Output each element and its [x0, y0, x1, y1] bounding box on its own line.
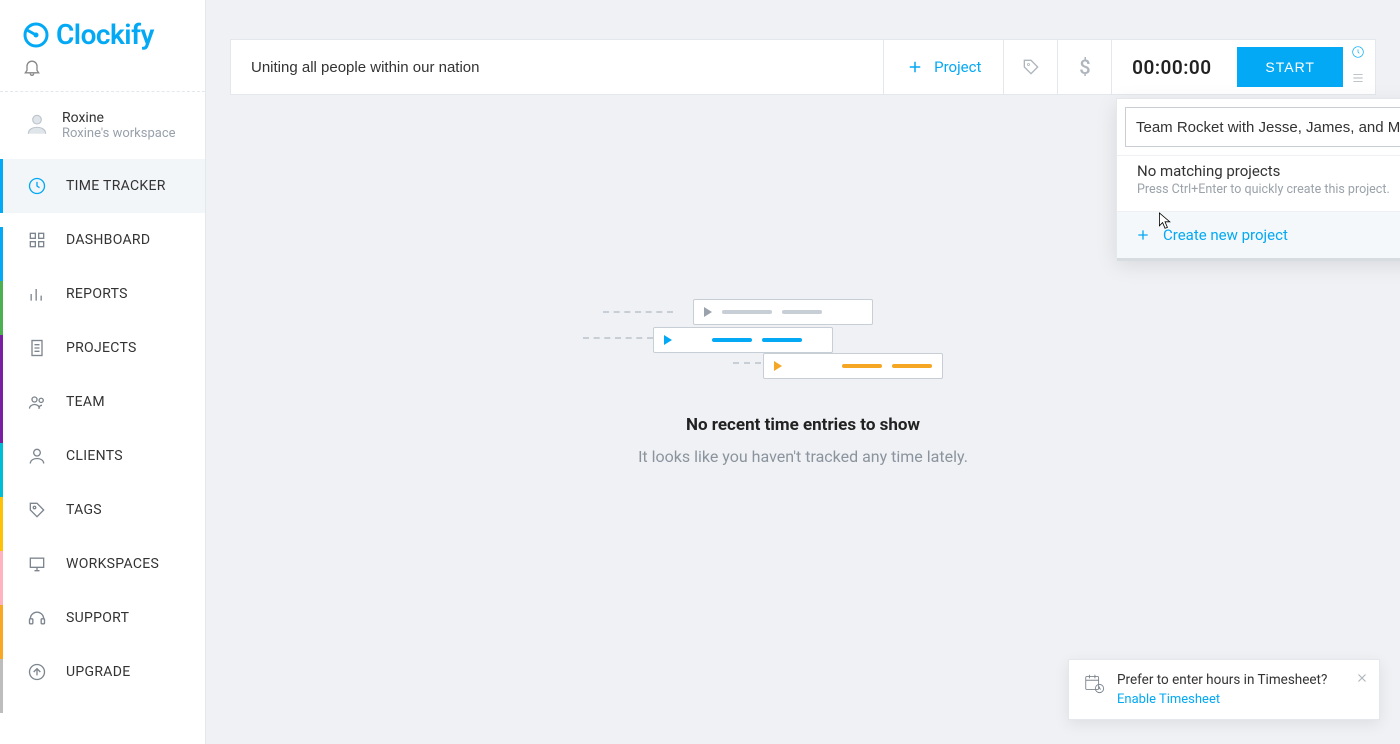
enable-timesheet-link[interactable]: Enable Timesheet [1117, 692, 1220, 707]
description-input[interactable] [231, 59, 883, 76]
avatar-icon [24, 111, 50, 141]
monitor-icon [26, 554, 48, 574]
nav-clients[interactable]: CLIENTS [0, 429, 205, 483]
grid-icon [26, 230, 48, 250]
no-match-title: No matching projects [1137, 162, 1400, 180]
empty-illustration [613, 305, 993, 385]
headset-icon [26, 608, 48, 628]
logo-text: Clockify [56, 18, 154, 51]
user-block[interactable]: Roxine Roxine's workspace [0, 92, 205, 159]
logo-icon [22, 21, 50, 49]
bar-chart-icon [26, 284, 48, 304]
logo[interactable]: Clockify [22, 18, 183, 51]
no-match-block: No matching projects Press Ctrl+Enter to… [1117, 155, 1400, 211]
nav-reports[interactable]: REPORTS [0, 267, 205, 321]
create-new-project[interactable]: Create new project [1117, 211, 1400, 258]
calendar-clock-icon [1083, 672, 1105, 698]
project-button-label: Project [934, 58, 981, 76]
user-name: Roxine [62, 110, 176, 126]
dollar-icon: $ [1079, 55, 1090, 79]
nav-support[interactable]: SUPPORT [0, 591, 205, 645]
nav-workspaces[interactable]: WORKSPACES [0, 537, 205, 591]
empty-title: No recent time entries to show [613, 415, 993, 435]
person-icon [26, 446, 48, 466]
nav-tags[interactable]: TAGS [0, 483, 205, 537]
no-match-hint: Press Ctrl+Enter to quickly create this … [1137, 182, 1400, 197]
timer-display[interactable]: 00:00:00 [1111, 40, 1231, 94]
tag-icon [26, 500, 48, 520]
team-icon [26, 392, 48, 412]
bell-icon[interactable] [22, 62, 42, 81]
project-search-input[interactable] [1136, 119, 1400, 136]
mode-toggle[interactable] [1349, 44, 1375, 90]
sidebar: Clockify Roxine Roxine's workspace TIME … [0, 0, 206, 744]
document-icon [26, 338, 48, 358]
tracker-bar: Project $ 00:00:00 START [230, 39, 1376, 95]
billable-button[interactable]: $ [1057, 40, 1111, 94]
nav-dashboard[interactable]: DASHBOARD [0, 213, 205, 267]
tag-button[interactable] [1003, 40, 1057, 94]
create-project-label: Create new project [1163, 226, 1288, 244]
empty-subtitle: It looks like you haven't tracked any ti… [613, 447, 993, 466]
project-dropdown: No matching projects Press Ctrl+Enter to… [1116, 98, 1400, 259]
plus-icon [906, 58, 924, 76]
nav-time-tracker[interactable]: TIME TRACKER [0, 159, 205, 213]
nav-team[interactable]: TEAM [0, 375, 205, 429]
empty-state: No recent time entries to show It looks … [613, 305, 993, 466]
banner-title: Prefer to enter hours in Timesheet? [1117, 672, 1327, 688]
timesheet-banner: Prefer to enter hours in Timesheet? Enab… [1068, 659, 1380, 720]
close-banner-icon[interactable] [1355, 670, 1369, 689]
tag-icon [1021, 57, 1041, 77]
nav-projects[interactable]: PROJECTS [0, 321, 205, 375]
sidebar-header: Clockify [0, 0, 205, 92]
manual-mode-icon[interactable] [1350, 70, 1366, 90]
timer-mode-icon[interactable] [1350, 44, 1366, 64]
upload-icon [26, 662, 48, 682]
nav-list: TIME TRACKER DASHBOARD REPORTS PROJECTS … [0, 159, 205, 699]
main: Project $ 00:00:00 START No matching pro… [206, 0, 1400, 744]
nav-upgrade[interactable]: UPGRADE [0, 645, 205, 699]
start-button[interactable]: START [1237, 47, 1343, 87]
user-workspace: Roxine's workspace [62, 126, 176, 141]
project-button[interactable]: Project [883, 40, 1003, 94]
clock-icon [26, 176, 48, 196]
plus-icon [1135, 227, 1151, 243]
